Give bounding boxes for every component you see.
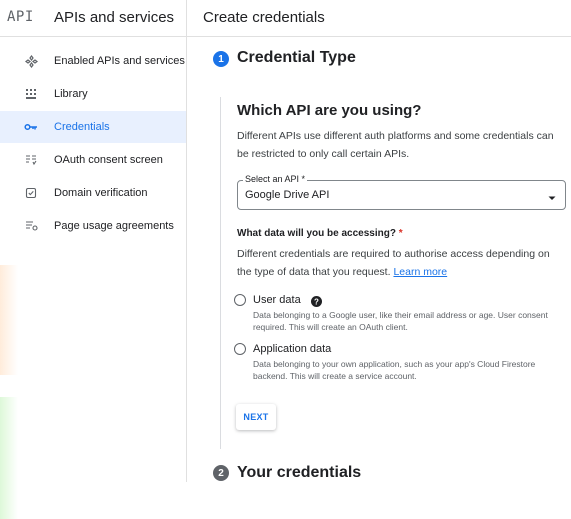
next-button[interactable]: NEXT (236, 404, 276, 430)
required-asterisk: * (398, 228, 403, 239)
api-select-label: Select an API * (243, 174, 308, 184)
api-select-value: Google Drive API (245, 189, 330, 201)
stepper-line (220, 97, 221, 449)
dropdown-arrow-icon (547, 190, 557, 200)
diamond-dots-icon (24, 54, 38, 68)
sidebar-nav: Enabled APIs and services Library Creden… (0, 37, 187, 519)
step-title-your-credentials: Your credentials (237, 464, 362, 481)
api-select[interactable]: Select an API * Google Drive API (237, 174, 566, 210)
step-number-badge: 2 (213, 465, 229, 481)
api-description: Different APIs use different auth platfo… (237, 130, 554, 160)
product-title: APIs and services (54, 9, 175, 26)
sidebar-item-label: Credentials (54, 121, 110, 133)
sidebar-item-page-usage[interactable]: Page usage agreements (0, 210, 186, 242)
sidebar-item-library[interactable]: Library (0, 78, 186, 110)
consent-list-icon (24, 153, 38, 167)
data-description: Different credentials are required to au… (237, 245, 559, 281)
key-icon (24, 120, 38, 134)
decorative-gradient (0, 265, 18, 375)
sidebar-item-enabled-apis[interactable]: Enabled APIs and services (0, 45, 186, 77)
decorative-gradient (0, 397, 18, 519)
step-number-badge: 1 (213, 51, 229, 67)
sidebar-item-label: Enabled APIs and services (54, 55, 185, 67)
application-data-radio[interactable] (234, 343, 246, 355)
user-data-radio[interactable] (234, 294, 246, 306)
sidebar-item-label: OAuth consent screen (54, 154, 163, 166)
user-data-description: Data belonging to a Google user, like th… (253, 310, 548, 332)
header-divider (186, 0, 187, 36)
data-question-text: What data will you be accessing? (237, 228, 396, 239)
sidebar-item-credentials[interactable]: Credentials (0, 111, 186, 143)
sidebar-item-oauth-consent[interactable]: OAuth consent screen (0, 144, 186, 176)
help-icon[interactable]: ? (311, 294, 322, 307)
application-data-description: Data belonging to your own application, … (253, 359, 536, 381)
settings-list-icon (24, 219, 38, 233)
learn-more-link[interactable]: Learn more (393, 266, 447, 278)
sidebar-item-label: Page usage agreements (54, 220, 174, 232)
library-grid-icon (24, 87, 38, 101)
sidebar-item-domain-verification[interactable]: Domain verification (0, 177, 186, 209)
api-question-heading: Which API are you using? (237, 102, 422, 119)
application-data-title: Application data (253, 343, 332, 355)
api-logo: API (7, 9, 34, 25)
user-data-title: User data (253, 294, 301, 306)
page-title: Create credentials (203, 9, 325, 26)
step-title-credential-type: Credential Type (237, 49, 356, 66)
sidebar-item-label: Domain verification (54, 187, 148, 199)
svg-text:?: ? (314, 297, 319, 306)
checkbox-icon (24, 186, 38, 200)
data-question-heading: What data will you be accessing? * (237, 228, 403, 239)
sidebar-item-label: Library (54, 88, 88, 100)
top-header: API APIs and services Create credentials (0, 0, 571, 37)
